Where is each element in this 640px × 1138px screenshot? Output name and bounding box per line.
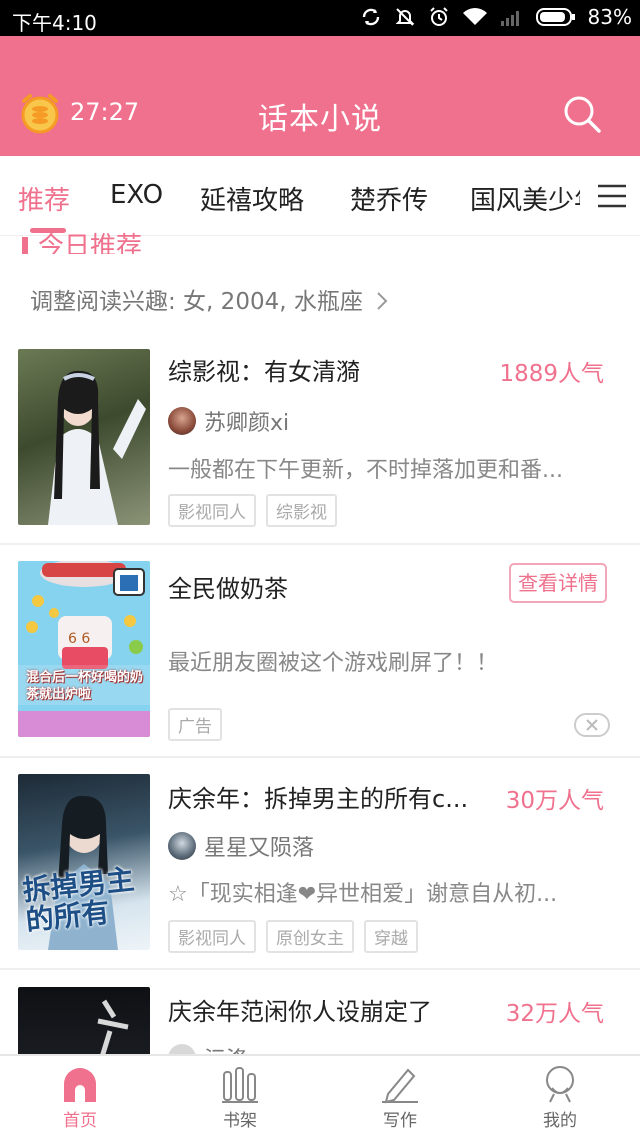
tag[interactable]: 原创女主 xyxy=(266,920,354,953)
home-icon xyxy=(64,1068,96,1102)
ad-tag: 广告 xyxy=(168,708,222,741)
book-description: ☆「现实相逢❤异世相爱」谢意自从初... xyxy=(168,882,558,907)
ad-cover: 6 6 混合后一杯好喝的奶茶就出炉啦 xyxy=(18,561,150,737)
menu-icon[interactable] xyxy=(596,182,628,210)
list-divider xyxy=(0,543,640,545)
section-heading-bar xyxy=(22,236,28,254)
chevron-right-icon xyxy=(377,292,388,310)
wifi-icon xyxy=(462,8,487,25)
nav-profile[interactable]: 我的 xyxy=(510,1064,610,1131)
author-name: 苏卿颜xi xyxy=(204,411,290,436)
tag[interactable]: 综影视 xyxy=(266,494,337,527)
bottom-nav: 首页 书架 写作 我的 xyxy=(0,1054,640,1138)
book-title: 综影视：有女清漪 xyxy=(168,358,360,386)
nav-home-label: 首页 xyxy=(63,1111,97,1131)
book-cover-illustration xyxy=(48,370,146,525)
interest-settings-link[interactable]: 调整阅读兴趣: 女, 2004, 水瓶座 xyxy=(30,282,390,316)
book-title: 庆余年：拆掉男主的所有c... xyxy=(168,785,469,813)
tag[interactable]: 影视同人 xyxy=(168,494,256,527)
app-title: 话本小说 xyxy=(258,102,382,137)
author-name: 星星又陨落 xyxy=(204,836,315,861)
pencil-icon xyxy=(382,1068,418,1104)
bookshelf-icon xyxy=(222,1067,258,1103)
avatar xyxy=(168,407,196,435)
mute-bell-icon xyxy=(395,8,414,26)
book-cover: 拆掉男主的所有 xyxy=(18,774,150,950)
svg-text:6 6: 6 6 xyxy=(68,631,90,647)
book-tags: 影视同人 原创女主 穿越 xyxy=(168,920,418,953)
book-author: 星星又陨落 xyxy=(168,830,314,862)
book-author: 苏卿颜xi xyxy=(168,405,289,437)
search-icon[interactable] xyxy=(562,94,602,134)
ad-description: 最近朋友圈被这个游戏刷屏了！！ xyxy=(168,651,499,676)
section-heading-text: 今日推荐 xyxy=(38,232,143,254)
ad-cover-text: 混合后一杯好喝的奶茶就出炉啦 xyxy=(26,670,144,702)
cover-title-text: 拆掉男主的所有 xyxy=(20,862,136,938)
tab-recommend[interactable]: 推荐 xyxy=(18,180,70,217)
view-details-button[interactable]: 查看详情 xyxy=(509,563,607,603)
app-header: 27:27 话本小说 xyxy=(0,36,640,156)
tab-exo[interactable]: EXO xyxy=(110,180,163,210)
tag[interactable]: 穿越 xyxy=(364,920,418,953)
signal-icon xyxy=(500,11,519,26)
book-tags: 影视同人 综影视 xyxy=(168,494,337,527)
battery-level: 83% xyxy=(587,5,632,29)
status-time: 下午4:10 xyxy=(12,11,97,35)
book-description: 一般都在下午更新，不时掉落加更和番... xyxy=(168,458,563,483)
close-ad-icon[interactable] xyxy=(574,713,610,737)
ad-title: 全民做奶茶 xyxy=(168,575,288,603)
avatar xyxy=(168,832,196,860)
alarm-icon xyxy=(429,7,448,26)
book-title: 庆余年范闲你人设崩定了 xyxy=(168,998,432,1026)
sync-icon xyxy=(362,8,379,26)
profile-icon xyxy=(546,1066,574,1103)
book-popularity: 30万人气 xyxy=(505,788,604,814)
tab-chuqiao[interactable]: 楚乔传 xyxy=(350,180,428,217)
tag[interactable]: 影视同人 xyxy=(168,920,256,953)
tab-yanxi[interactable]: 延禧攻略 xyxy=(200,180,304,217)
list-divider xyxy=(0,756,640,758)
ad-cover-illustration: 6 6 xyxy=(18,561,150,737)
nav-write[interactable]: 写作 xyxy=(350,1064,450,1131)
section-heading: 今日推荐 xyxy=(22,226,142,254)
book-cover xyxy=(18,349,150,525)
category-tabs: 推荐 EXO 延禧攻略 楚乔传 国风美少年 xyxy=(0,156,640,236)
book-popularity: 32万人气 xyxy=(505,1001,604,1027)
interest-text: 调整阅读兴趣: 女, 2004, 水瓶座 xyxy=(30,289,363,315)
status-bar: 下午4:10 83% xyxy=(0,0,640,36)
nav-bookshelf-label: 书架 xyxy=(223,1111,257,1131)
nav-bookshelf[interactable]: 书架 xyxy=(190,1064,290,1131)
status-icons: 83% xyxy=(360,5,632,29)
book-popularity: 1889人气 xyxy=(499,361,604,387)
nav-profile-label: 我的 xyxy=(543,1111,577,1131)
nav-write-label: 写作 xyxy=(383,1111,417,1131)
list-divider xyxy=(0,968,640,970)
nav-home[interactable]: 首页 xyxy=(30,1064,130,1131)
battery-icon xyxy=(535,8,575,26)
